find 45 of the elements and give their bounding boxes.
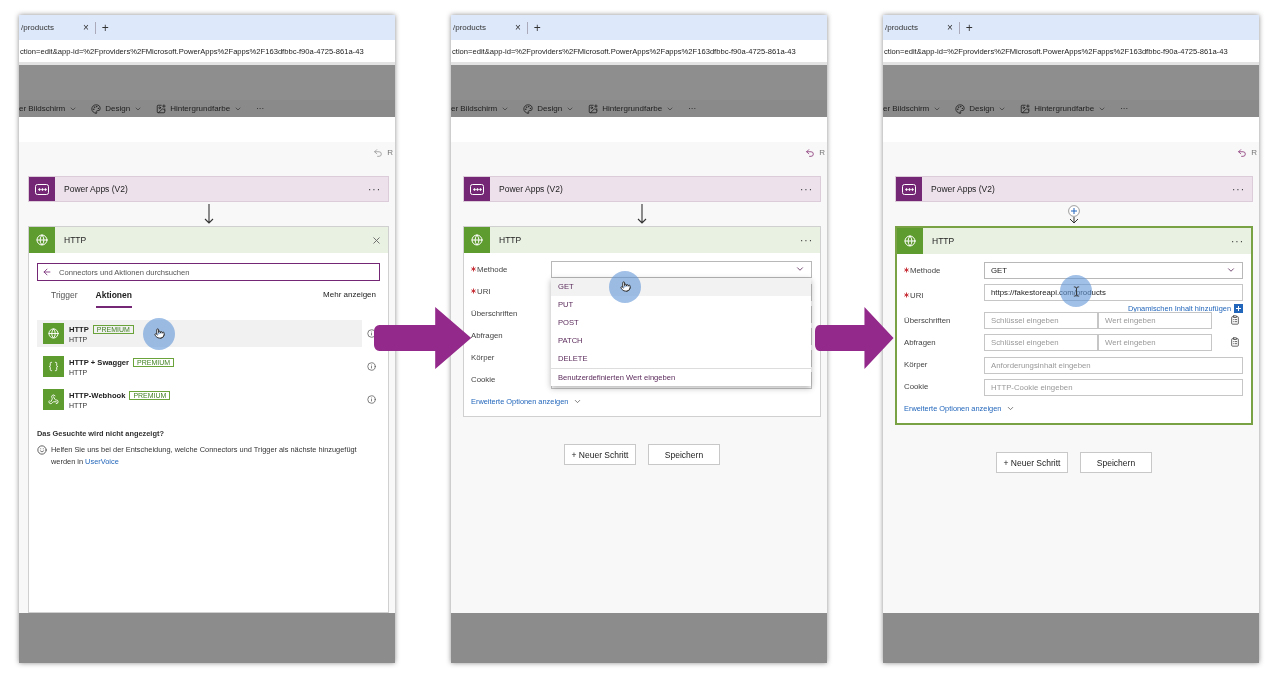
card-title: HTTP <box>932 236 955 246</box>
undo-label[interactable]: R <box>819 148 825 157</box>
tab-title[interactable]: /products <box>883 23 941 32</box>
tab-close-button[interactable]: × <box>509 22 527 33</box>
toolbar-item[interactable]: Hintergrundfarbe <box>1020 103 1107 114</box>
action-button[interactable]: + Neuer Schritt <box>996 452 1068 473</box>
toolbar-item[interactable]: er Bildschirm <box>451 104 510 113</box>
toolbar-item[interactable]: Design <box>523 103 575 114</box>
tab-title[interactable]: /products <box>19 23 77 32</box>
tab-close-button[interactable]: × <box>77 22 95 33</box>
new-tab-button[interactable]: + <box>959 20 979 35</box>
card-title: Power Apps (V2) <box>931 184 995 194</box>
card-title: Power Apps (V2) <box>499 184 563 194</box>
toolbar-item[interactable]: er Bildschirm <box>883 104 942 113</box>
tab[interactable]: Trigger <box>51 290 78 308</box>
new-tab-button[interactable]: + <box>527 20 547 35</box>
tab-title[interactable]: /products <box>451 23 509 32</box>
toolbar-item[interactable]: Design <box>91 103 143 114</box>
trigger-card[interactable]: Power Apps (V2) ··· <box>895 176 1253 202</box>
action-button[interactable]: Speichern <box>648 444 720 465</box>
toolbar-item[interactable]: er Bildschirm <box>19 104 78 113</box>
more-button[interactable]: ··· <box>800 234 813 246</box>
more-button[interactable]: ··· <box>368 183 381 195</box>
undo-label[interactable]: R <box>387 148 393 157</box>
trigger-card[interactable]: Power Apps (V2) ··· <box>28 176 389 202</box>
new-tab-button[interactable]: + <box>95 20 115 35</box>
more-button[interactable]: ··· <box>1231 235 1244 247</box>
tab-close-button[interactable]: × <box>941 22 959 33</box>
card-title: HTTP <box>499 235 522 245</box>
action-button[interactable]: Speichern <box>1080 452 1152 473</box>
card-title: Power Apps (V2) <box>64 184 128 194</box>
toolbar-item[interactable]: ··· <box>688 104 697 113</box>
toolbar-item[interactable]: ··· <box>1120 104 1129 113</box>
more-button[interactable]: ··· <box>1232 183 1245 195</box>
trigger-card[interactable]: Power Apps (V2) ··· <box>463 176 821 202</box>
toolbar-item[interactable]: Hintergrundfarbe <box>588 103 675 114</box>
undo-label[interactable]: R <box>1251 148 1257 157</box>
more-button[interactable]: ··· <box>800 183 813 195</box>
card-title: HTTP <box>64 235 87 245</box>
toolbar-item[interactable]: Hintergrundfarbe <box>156 103 243 114</box>
more-link[interactable]: Mehr anzeigen <box>323 290 376 299</box>
toolbar-item[interactable]: ··· <box>256 104 265 113</box>
action-button[interactable]: + Neuer Schritt <box>564 444 636 465</box>
toolbar-item[interactable]: Design <box>955 103 1007 114</box>
tab[interactable]: Aktionen <box>95 290 132 308</box>
